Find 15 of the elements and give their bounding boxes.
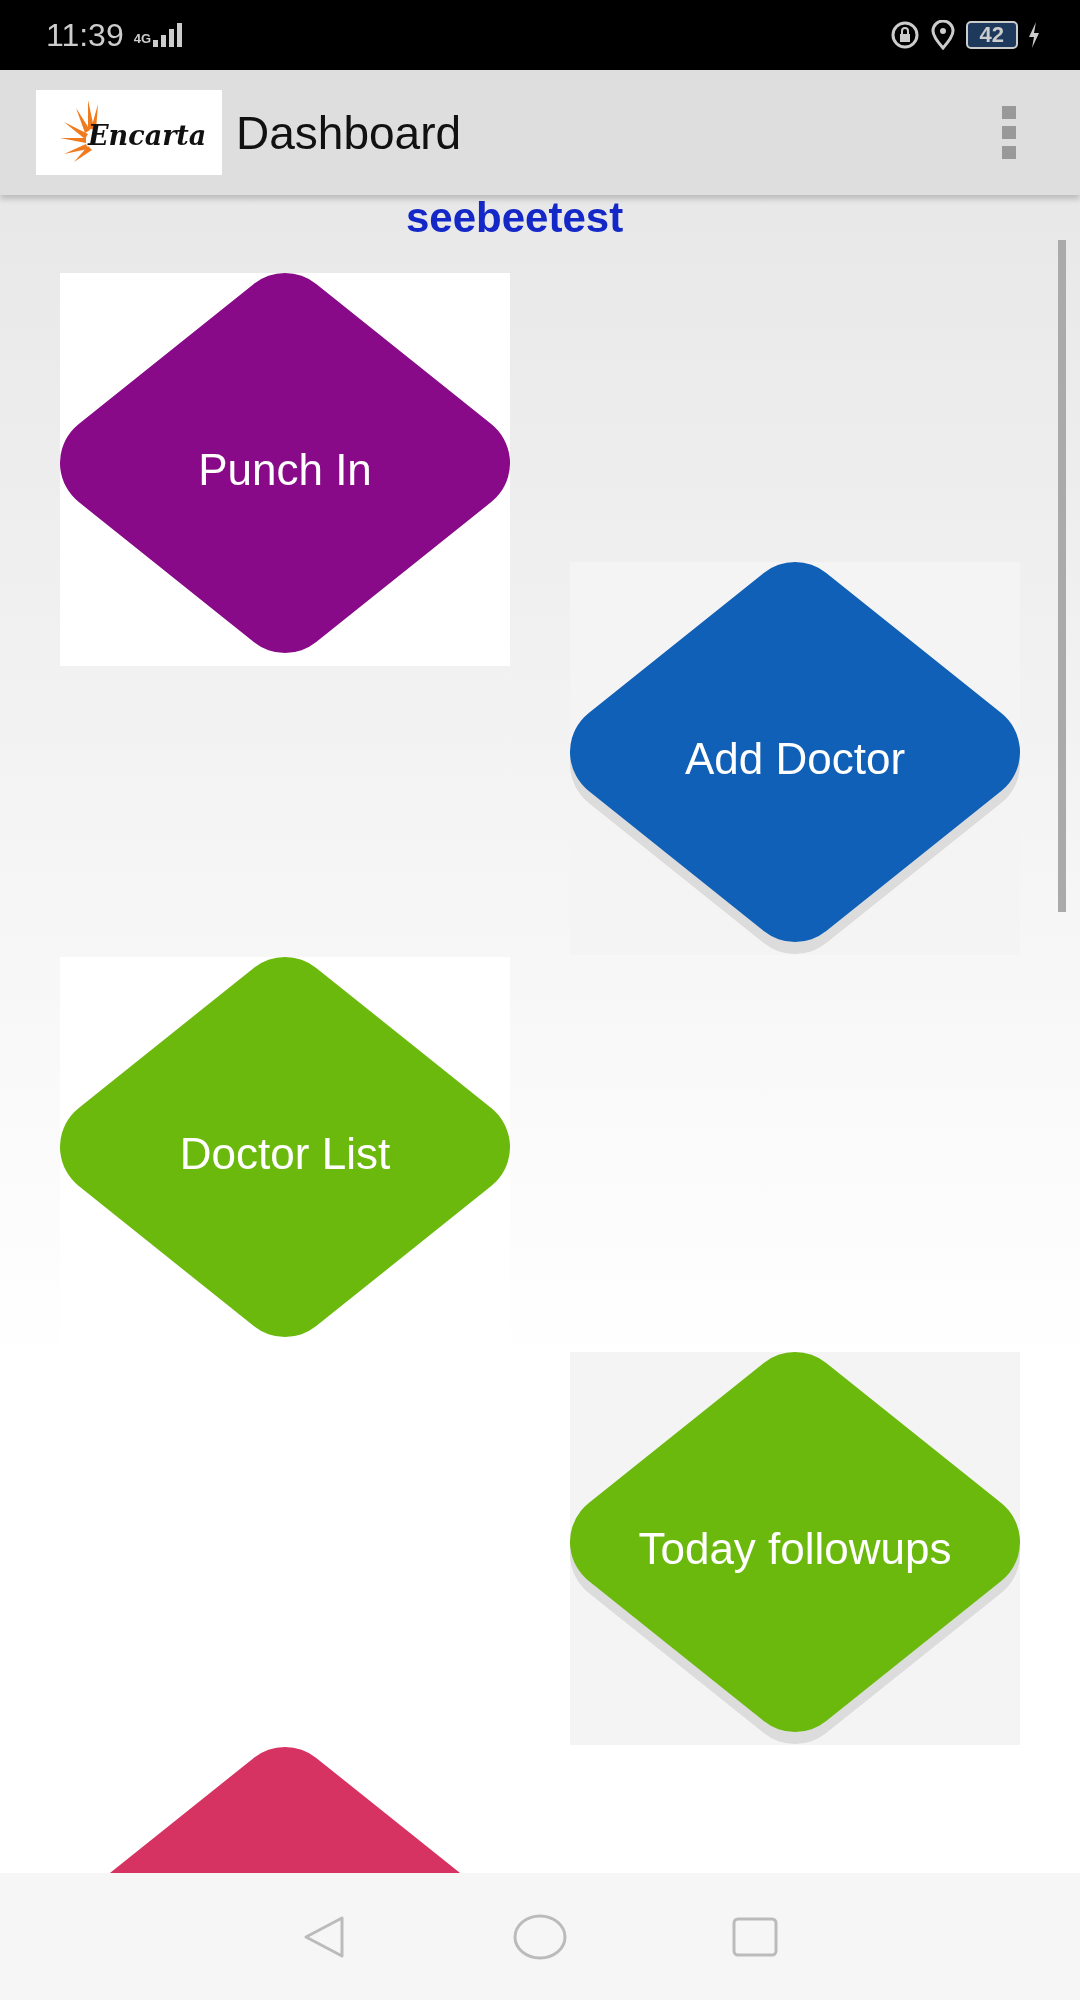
screen-title: Dashboard: [236, 105, 463, 160]
dashboard-tile[interactable]: Punch In: [60, 273, 510, 666]
rotation-lock-icon: [889, 20, 920, 50]
status-time: 11:39: [46, 16, 124, 54]
logo-wordmark: Encarta: [88, 120, 207, 151]
user-name: seebeetest: [405, 195, 625, 243]
overflow-menu-icon[interactable]: [1002, 105, 1016, 160]
dashboard-tile[interactable]: Add Doctor: [570, 562, 1020, 955]
battery-indicator: 42: [965, 21, 1018, 49]
recents-icon[interactable]: [732, 1916, 778, 1957]
charging-icon: [1028, 22, 1040, 48]
location-icon: [929, 20, 956, 50]
home-icon[interactable]: [512, 1912, 568, 1961]
network-type: 4G: [133, 30, 152, 46]
signal-icon: [153, 23, 184, 47]
